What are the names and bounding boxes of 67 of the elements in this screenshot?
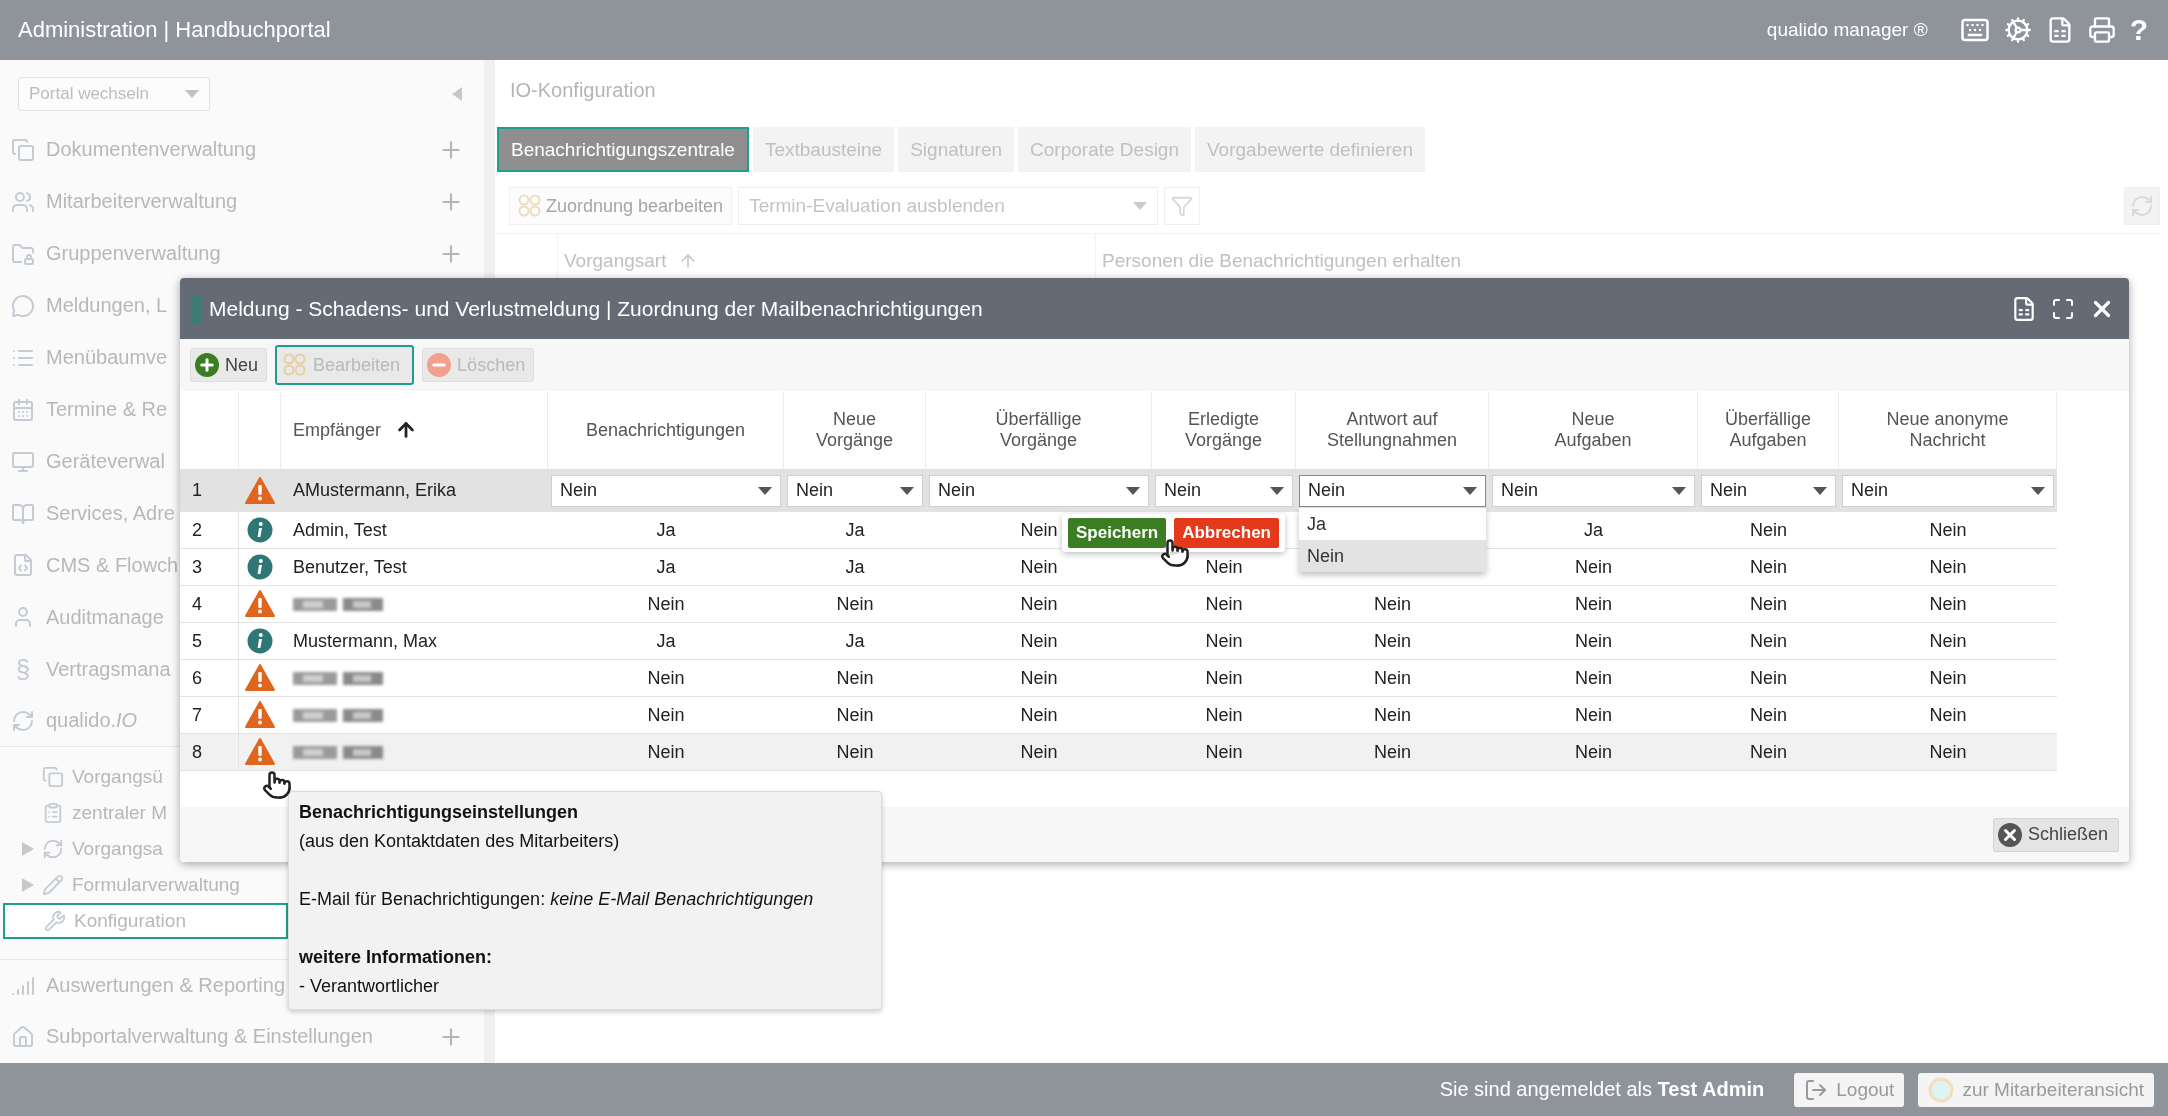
page-title: IO-Konfiguration (509, 77, 657, 103)
table-cell: Nein (1575, 593, 1612, 615)
table-cell: Nein (836, 741, 874, 763)
table-cell: Nein (1575, 704, 1612, 726)
table-cell: Nein (836, 704, 874, 726)
login-status: Sie sind angemeldet als Test Admin (1439, 1078, 1765, 1101)
table-cell: Ja (845, 519, 865, 541)
table-cell: Nein (1750, 667, 1787, 689)
table-cell: Nein (1750, 593, 1787, 615)
table-cell: Nein (1929, 630, 1967, 652)
table-cell: Nein (647, 667, 685, 689)
table-cell: Nein (1929, 593, 1967, 615)
table-cell: Nein (1929, 556, 1967, 578)
table-cell: Nein (1750, 556, 1787, 578)
table-cell: Nein (1575, 741, 1612, 763)
table-cell: Nein (1374, 704, 1411, 726)
dialog-title: Meldung - Schadens- und Verlustmeldung | Zuordnung der Mailbenachrichtigungen (209, 296, 983, 321)
table-cell: Nein (1020, 630, 1058, 652)
table-cell: Nein (1020, 704, 1058, 726)
table-cell: Nein (1929, 519, 1967, 541)
table-cell: Nein (1929, 667, 1967, 689)
table-cell: Nein (836, 667, 874, 689)
table-cell: Nein (1020, 741, 1058, 763)
table-cell: Nein (1750, 630, 1787, 652)
table-cell: Nein (1374, 741, 1411, 763)
table-cell: Nein (647, 741, 685, 763)
tooltip-text: (aus den Kontaktdaten des Mitarbeiters) (299, 830, 621, 853)
table-cell: Nein (1205, 667, 1243, 689)
table-cell: Nein (1575, 667, 1612, 689)
app-title: Administration | Handbuchportal (18, 17, 331, 43)
table-cell: Nein (1020, 667, 1058, 689)
recipient-name: Benutzer, Test (293, 556, 407, 578)
recipient-name: AMustermann, Erika (293, 480, 457, 501)
tooltip-text: E-Mail für Benachrichtigungen: keine E-Mail Benachrichtigungen (299, 888, 815, 911)
table-cell: Nein (1205, 704, 1243, 726)
table-cell: Nein (1374, 667, 1411, 689)
table-cell: Nein (1020, 519, 1058, 541)
table-cell: Nein (1020, 593, 1058, 615)
table-cell: Nein (836, 593, 874, 615)
table-cell: Ja (1584, 519, 1603, 541)
table-cell: Nein (1205, 593, 1243, 615)
recipient-name: Admin, Test (293, 519, 387, 541)
table-cell: Nein (1205, 556, 1243, 578)
table-cell: Ja (845, 556, 865, 578)
recipient-name: Mustermann, Max (293, 630, 438, 652)
table-cell: Nein (1575, 556, 1612, 578)
table-cell: Ja (656, 519, 676, 541)
table-cell: Ja (656, 556, 676, 578)
table-cell: Nein (647, 593, 685, 615)
table-cell: Nein (1575, 630, 1612, 652)
table-cell: Ja (656, 630, 676, 652)
table-cell: Nein (1205, 630, 1243, 652)
tooltip-title: Benachrichtigungseinstellungen (299, 801, 580, 824)
table-cell: Nein (1929, 741, 1967, 763)
table-cell: Nein (1750, 519, 1787, 541)
table-cell: Nein (1374, 630, 1411, 652)
table-cell: Ja (845, 630, 865, 652)
table-cell: Nein (647, 704, 685, 726)
section-icon: § (15, 653, 31, 685)
table-cell: Nein (1020, 556, 1058, 578)
table-cell: Nein (1374, 593, 1411, 615)
table-cell: Nein (1750, 704, 1787, 726)
table-cell: Nein (1929, 704, 1967, 726)
table-cell: Nein (1205, 741, 1243, 763)
tooltip-text: - Verantwortlicher (299, 975, 441, 998)
product-name: qualido manager ® (1766, 19, 1928, 41)
table-cell: Nein (1750, 741, 1787, 763)
